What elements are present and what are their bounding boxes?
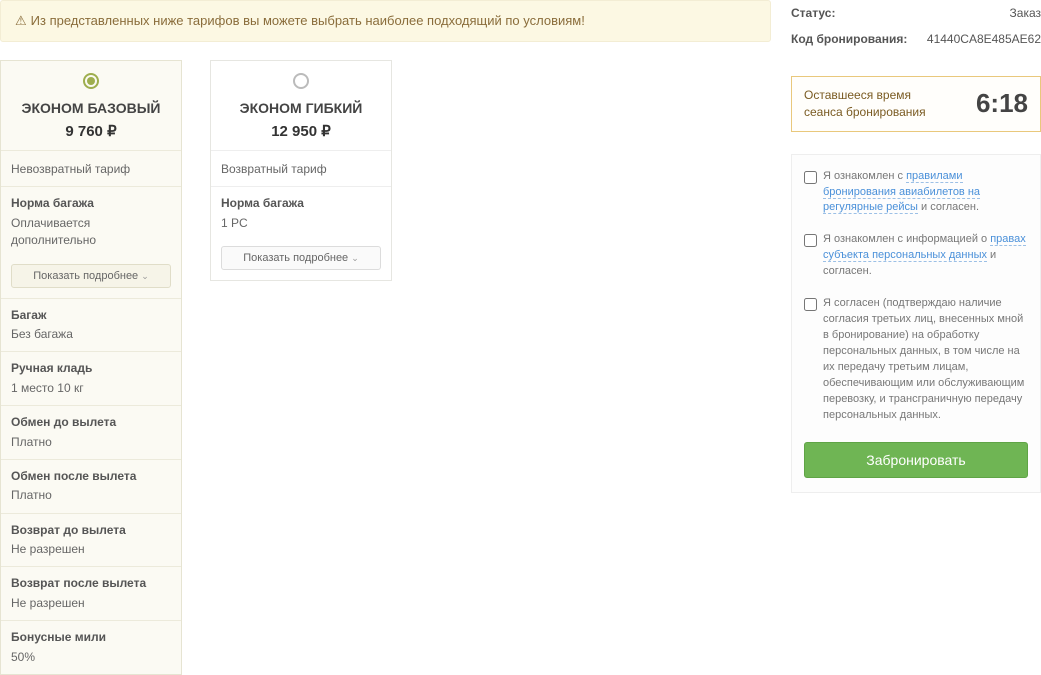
status-row: Статус: Заказ xyxy=(791,0,1041,26)
info-banner: ⚠ Из представленных ниже тарифов вы может… xyxy=(0,0,771,42)
agreement-pdrights-checkbox[interactable] xyxy=(804,234,817,247)
chevron-down-icon: ⌄ xyxy=(141,271,149,281)
agreement-processing-checkbox[interactable] xyxy=(804,298,817,311)
refund-type-value: Невозвратный тариф xyxy=(11,161,171,178)
baggage-norm-label: Норма багажа xyxy=(221,195,381,212)
refund-after-label: Возврат после вылета xyxy=(11,575,171,592)
agreement-processing[interactable]: Я согласен (подтверждаю наличие согласия… xyxy=(804,296,1028,424)
show-more-label: Показать подробнее xyxy=(243,252,348,264)
agree2-pre: Я ознакомлен с информацией о xyxy=(823,233,990,245)
baggage-norm-value: 1 PC xyxy=(221,215,381,232)
tariff-price-flex: 12 950 ₽ xyxy=(221,122,381,140)
show-more-label: Показать подробнее xyxy=(33,270,138,282)
refund-before-label: Возврат до вылета xyxy=(11,522,171,539)
baggage-norm-value: Оплачивается дополнительно xyxy=(11,215,171,250)
exchange-after-label: Обмен после вылета xyxy=(11,468,171,485)
exchange-before-label: Обмен до вылета xyxy=(11,414,171,431)
refund-after-value: Не разрешен xyxy=(11,595,171,612)
exchange-after-value: Платно xyxy=(11,487,171,504)
warning-icon: ⚠ xyxy=(15,13,27,29)
status-block: Статус: Заказ Код бронирования: 41440CA8… xyxy=(791,0,1041,52)
timer-label: Оставшееся время сеанса бронирования xyxy=(804,87,944,121)
baggage-norm-row: Норма багажа Оплачивается дополнительно xyxy=(1,186,181,257)
tariff-card-flex[interactable]: ЭКОНОМ ГИБКИЙ 12 950 ₽ Возвратный тариф … xyxy=(210,60,392,281)
refund-type-row: Невозвратный тариф xyxy=(1,150,181,186)
tariffs-row: ЭКОНОМ БАЗОВЫЙ 9 760 ₽ Невозвратный тари… xyxy=(0,60,771,675)
baggage-row: Багаж Без багажа xyxy=(1,298,181,352)
status-value: Заказ xyxy=(1010,6,1041,20)
tariff-price-basic: 9 760 ₽ xyxy=(11,122,171,140)
radio-selected-icon[interactable] xyxy=(83,73,99,89)
carry-value: 1 место 10 кг xyxy=(11,380,171,397)
radio-unselected-icon[interactable] xyxy=(293,73,309,89)
baggage-value: Без багажа xyxy=(11,326,171,343)
book-button[interactable]: Забронировать xyxy=(804,442,1028,478)
currency-symbol: ₽ xyxy=(321,123,331,140)
carry-label: Ручная кладь xyxy=(11,360,171,377)
tariff-head-basic: ЭКОНОМ БАЗОВЫЙ 9 760 ₽ xyxy=(1,61,181,150)
booking-code-row: Код бронирования: 41440CA8E485AE62 xyxy=(791,26,1041,52)
tariff-price-value: 12 950 xyxy=(271,123,317,140)
agreement-processing-text: Я согласен (подтверждаю наличие согласия… xyxy=(823,296,1028,424)
timer-box: Оставшееся время сеанса бронирования 6:1… xyxy=(791,76,1041,132)
tariff-card-basic[interactable]: ЭКОНОМ БАЗОВЫЙ 9 760 ₽ Невозвратный тари… xyxy=(0,60,182,675)
info-banner-text: Из представленных ниже тарифов вы можете… xyxy=(31,13,585,28)
miles-value: 50% xyxy=(11,649,171,666)
refund-type-value: Возвратный тариф xyxy=(221,161,381,178)
show-more-button-basic[interactable]: Показать подробнее⌄ xyxy=(11,264,171,288)
baggage-norm-row: Норма багажа 1 PC xyxy=(211,186,391,240)
booking-code-value: 41440CA8E485AE62 xyxy=(927,32,1041,46)
exchange-before-value: Платно xyxy=(11,434,171,451)
tariff-price-value: 9 760 xyxy=(65,123,103,140)
status-label: Статус: xyxy=(791,6,835,20)
agreements-block: Я ознакомлен с правилами бронирования ав… xyxy=(791,154,1041,493)
agreement-pdrights-text: Я ознакомлен с информацией о правах субъ… xyxy=(823,232,1028,280)
baggage-label: Багаж xyxy=(11,307,171,324)
exchange-before-row: Обмен до вылета Платно xyxy=(1,405,181,459)
tariff-head-flex: ЭКОНОМ ГИБКИЙ 12 950 ₽ xyxy=(211,61,391,150)
miles-label: Бонусные мили xyxy=(11,629,171,646)
baggage-norm-label: Норма багажа xyxy=(11,195,171,212)
carry-row: Ручная кладь 1 место 10 кг xyxy=(1,351,181,405)
currency-symbol: ₽ xyxy=(107,123,117,140)
agree1-post: и согласен. xyxy=(918,201,979,213)
agree1-pre: Я ознакомлен с xyxy=(823,170,906,182)
refund-before-row: Возврат до вылета Не разрешен xyxy=(1,513,181,567)
agreement-pdrights[interactable]: Я ознакомлен с информацией о правах субъ… xyxy=(804,232,1028,280)
tariff-name-flex: ЭКОНОМ ГИБКИЙ xyxy=(221,100,381,116)
refund-after-row: Возврат после вылета Не разрешен xyxy=(1,566,181,620)
miles-row: Бонусные мили 50% xyxy=(1,620,181,674)
agreement-rules-text: Я ознакомлен с правилами бронирования ав… xyxy=(823,169,1028,217)
refund-type-row: Возвратный тариф xyxy=(211,150,391,186)
agreement-rules[interactable]: Я ознакомлен с правилами бронирования ав… xyxy=(804,169,1028,217)
chevron-down-icon: ⌄ xyxy=(351,253,359,263)
agreement-rules-checkbox[interactable] xyxy=(804,171,817,184)
refund-before-value: Не разрешен xyxy=(11,541,171,558)
timer-value: 6:18 xyxy=(976,88,1028,119)
tariff-name-basic: ЭКОНОМ БАЗОВЫЙ xyxy=(11,100,171,116)
booking-code-label: Код бронирования: xyxy=(791,32,907,46)
exchange-after-row: Обмен после вылета Платно xyxy=(1,459,181,513)
show-more-button-flex[interactable]: Показать подробнее⌄ xyxy=(221,246,381,270)
